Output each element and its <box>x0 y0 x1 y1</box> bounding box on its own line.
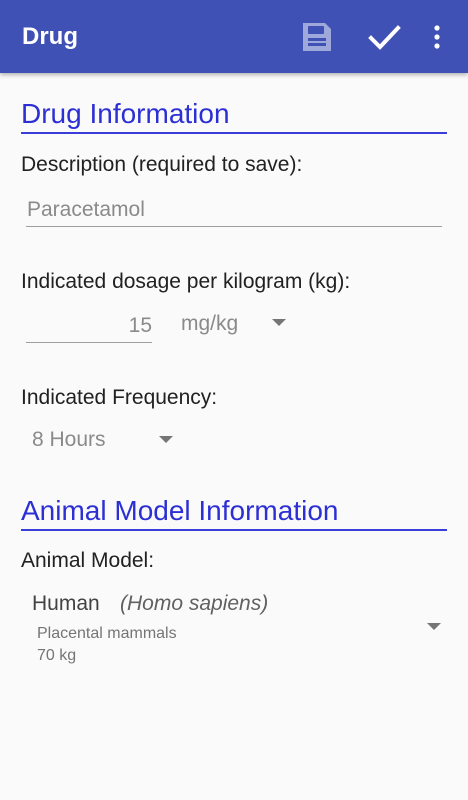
dosage-field[interactable]: 15 <box>26 313 152 339</box>
description-label: Description (required to save): <box>21 153 303 176</box>
check-icon[interactable] <box>362 16 406 58</box>
animal-model-label: Animal Model: <box>21 549 155 572</box>
animal-model-dropdown-icon[interactable] <box>427 623 441 630</box>
animal-model-scientific-name: (Homo sapiens) <box>120 592 269 615</box>
animal-model-select[interactable]: Human (Homo sapiens) Placental mammals 7… <box>21 585 447 675</box>
description-field[interactable]: Paracetamol <box>27 197 145 223</box>
more-vert-icon[interactable] <box>424 16 450 58</box>
app-title: Drug <box>22 23 78 50</box>
frequency-label: Indicated Frequency: <box>21 386 218 409</box>
animal-model-information-header: Animal Model Information <box>21 493 447 531</box>
app-bar: Drug <box>0 0 468 73</box>
frequency-dropdown-icon[interactable] <box>159 436 173 443</box>
description-field-underline <box>26 226 442 227</box>
dosage-unit-select[interactable]: mg/kg <box>181 311 238 337</box>
dosage-field-underline <box>26 342 152 343</box>
dosage-label: Indicated dosage per kilogram (kg): <box>21 270 351 293</box>
frequency-select[interactable]: 8 Hours <box>32 427 106 453</box>
drug-information-header: Drug Information <box>21 96 447 134</box>
animal-model-class: Placental mammals <box>37 625 177 642</box>
save-icon[interactable] <box>296 16 338 58</box>
animal-model-weight: 70 kg <box>37 647 77 664</box>
animal-model-name: Human <box>32 592 100 615</box>
dosage-unit-dropdown-icon[interactable] <box>272 319 286 326</box>
